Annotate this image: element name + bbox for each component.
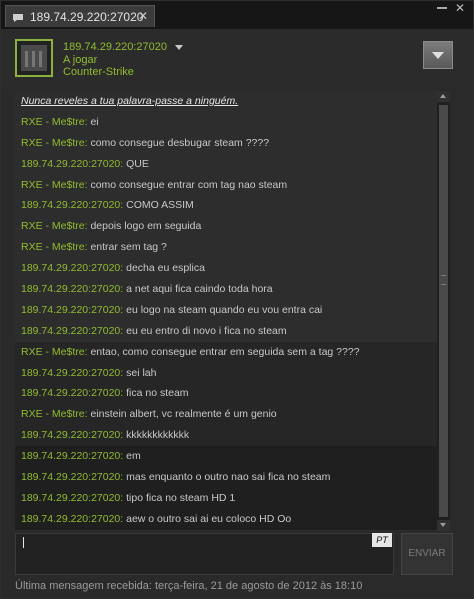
send-button[interactable]: ENVIAR: [401, 533, 453, 575]
message-text: QUE: [123, 157, 149, 170]
message-sender: RXE - Me$tre:: [21, 115, 88, 128]
message-text: em: [123, 450, 141, 463]
message-sender: 189.74.29.220:27020:: [21, 512, 124, 525]
text-cursor: [23, 537, 24, 548]
chat-message: RXE - Me$tre: entrar sem tag ?: [15, 237, 450, 258]
chat-message: 189.74.29.220:27020: tipo fica no steam …: [15, 487, 450, 509]
message-text: mas enquanto o outro nao sai fica no ste…: [123, 471, 331, 484]
message-text: COMO ASSIM: [123, 199, 194, 212]
message-sender: 189.74.29.220:27020:: [21, 324, 124, 337]
scroll-down-arrow-icon[interactable]: [437, 520, 450, 531]
message-text: kkkkkkkkkkkk: [123, 429, 190, 442]
chat-message: 189.74.29.220:27020: aew o outro sai ai …: [15, 508, 450, 530]
message-text: entrar sem tag ?: [87, 241, 167, 254]
close-window-button[interactable]: ✕: [455, 1, 465, 15]
friend-status: A jogar: [63, 54, 98, 66]
message-sender: RXE - Me$tre:: [21, 408, 88, 421]
chat-scrollbar[interactable]: [437, 91, 450, 531]
chat-message: RXE - Me$tre: ei: [15, 112, 450, 133]
message-text: a net aqui fica caindo toda hora: [123, 283, 273, 296]
message-text: fica no steam: [123, 387, 189, 400]
tab-bar: 189.74.29.220:27020 ✕ ✕: [1, 1, 473, 29]
dropdown-arrow-icon: [432, 52, 444, 59]
message-sender: 189.74.29.220:27020:: [21, 157, 124, 170]
language-badge: PT: [372, 533, 392, 547]
friend-game: Counter-Strike: [63, 66, 134, 78]
message-sender: RXE - Me$tre:: [21, 136, 88, 149]
chat-message: 189.74.29.220:27020: mas enquanto o outr…: [15, 467, 450, 488]
chat-message: 189.74.29.220:27020: eu eu entro di novo…: [15, 321, 450, 342]
message-sender: 189.74.29.220:27020:: [21, 303, 124, 316]
message-text: eu logo na steam quando eu vou entra cai: [123, 303, 323, 316]
chat-message: RXE - Me$tre: como consegue desbugar ste…: [15, 133, 450, 154]
chevron-down-icon[interactable]: [175, 44, 183, 50]
friend-name-row: 189.74.29.220:27020: [63, 41, 183, 53]
scroll-up-arrow-icon[interactable]: [437, 91, 450, 102]
chat-message: 189.74.29.220:27020: COMO ASSIM: [15, 195, 450, 216]
message-sender: RXE - Me$tre:: [21, 178, 88, 191]
message-text: eu eu entro di novo i fica no steam: [123, 324, 287, 337]
chat-header: 189.74.29.220:27020 A jogar Counter-Stri…: [1, 29, 473, 87]
message-text: como consegue entrar com tag nao steam: [87, 178, 288, 191]
avatar-image: [21, 45, 47, 71]
message-sender: 189.74.29.220:27020:: [21, 491, 124, 504]
message-sender: 189.74.29.220:27020:: [21, 262, 124, 275]
chat-message: 189.74.29.220:27020: sei lah: [15, 362, 450, 384]
scroll-thumb[interactable]: [439, 105, 448, 517]
chat-message: 189.74.29.220:27020: kkkkkkkkkkkk: [15, 425, 450, 447]
message-sender: 189.74.29.220:27020:: [21, 387, 124, 400]
message-sender: 189.74.29.220:27020:: [21, 283, 124, 296]
chat-message: RXE - Me$tre: depois logo em seguida: [15, 216, 450, 237]
message-input-box[interactable]: [15, 533, 394, 575]
last-message-info: Última mensagem recebida: terça-feira, 2…: [15, 580, 363, 592]
chat-bubble-icon: [12, 12, 24, 22]
message-text: entao, como consegue entrar em seguida s…: [87, 345, 360, 358]
message-text: como consegue desbugar steam ????: [87, 136, 270, 149]
tab-close-icon[interactable]: ✕: [138, 9, 148, 23]
chat-message: 189.74.29.220:27020: decha eu esplica: [15, 258, 450, 279]
grip-icon: [441, 275, 446, 285]
chat-message: RXE - Me$tre: como consegue entrar com t…: [15, 175, 450, 196]
chat-message: 189.74.29.220:27020: QUE: [15, 154, 450, 175]
message-sender: 189.74.29.220:27020:: [21, 450, 124, 463]
chat-message: RXE - Me$tre: einstein albert, vc realme…: [15, 404, 450, 426]
message-text: sei lah: [123, 366, 157, 379]
chat-message: 189.74.29.220:27020: eu logo na steam qu…: [15, 300, 450, 321]
message-text: einstein albert, vc realmente é um genio: [87, 408, 277, 421]
message-sender: RXE - Me$tre:: [21, 345, 88, 358]
chat-tab[interactable]: 189.74.29.220:27020 ✕: [5, 5, 155, 27]
chat-message: 189.74.29.220:27020: fica no steam: [15, 383, 450, 405]
message-sender: 189.74.29.220:27020:: [21, 366, 124, 379]
message-text: depois logo em seguida: [87, 220, 202, 233]
message-sender: 189.74.29.220:27020:: [21, 429, 124, 442]
chat-window: 189.74.29.220:27020 ✕ ✕ 189.74.29.220:27…: [0, 0, 474, 599]
message-sender: RXE - Me$tre:: [21, 220, 88, 233]
window-controls: ✕: [436, 1, 465, 15]
message-text: tipo fica no steam HD 1: [123, 491, 236, 504]
tab-title: 189.74.29.220:27020: [30, 9, 144, 24]
minimize-button[interactable]: [436, 7, 447, 9]
message-text: aew o outro sai ai eu coloco HD Oo: [123, 512, 292, 525]
chat-message: 189.74.29.220:27020: a net aqui fica cai…: [15, 279, 450, 300]
chat-message: RXE - Me$tre: entao, como consegue entra…: [15, 341, 450, 363]
message-sender: RXE - Me$tre:: [21, 241, 88, 254]
chat-message: 189.74.29.220:27020: em: [15, 446, 450, 468]
message-input[interactable]: [16, 534, 393, 574]
friend-name: 189.74.29.220:27020: [63, 41, 167, 53]
chat-log: Nunca reveles a tua palavra-passe a ning…: [15, 91, 450, 531]
message-sender: 189.74.29.220:27020:: [21, 199, 124, 212]
message-text: Nunca reveles a tua palavra-passe a ning…: [21, 95, 239, 107]
options-menu-button[interactable]: [423, 41, 453, 69]
message-sender: 189.74.29.220:27020:: [21, 471, 124, 484]
message-text: ei: [87, 115, 99, 128]
avatar[interactable]: [15, 39, 53, 77]
security-warning: Nunca reveles a tua palavra-passe a ning…: [15, 91, 450, 112]
message-text: decha eu esplica: [123, 262, 205, 275]
